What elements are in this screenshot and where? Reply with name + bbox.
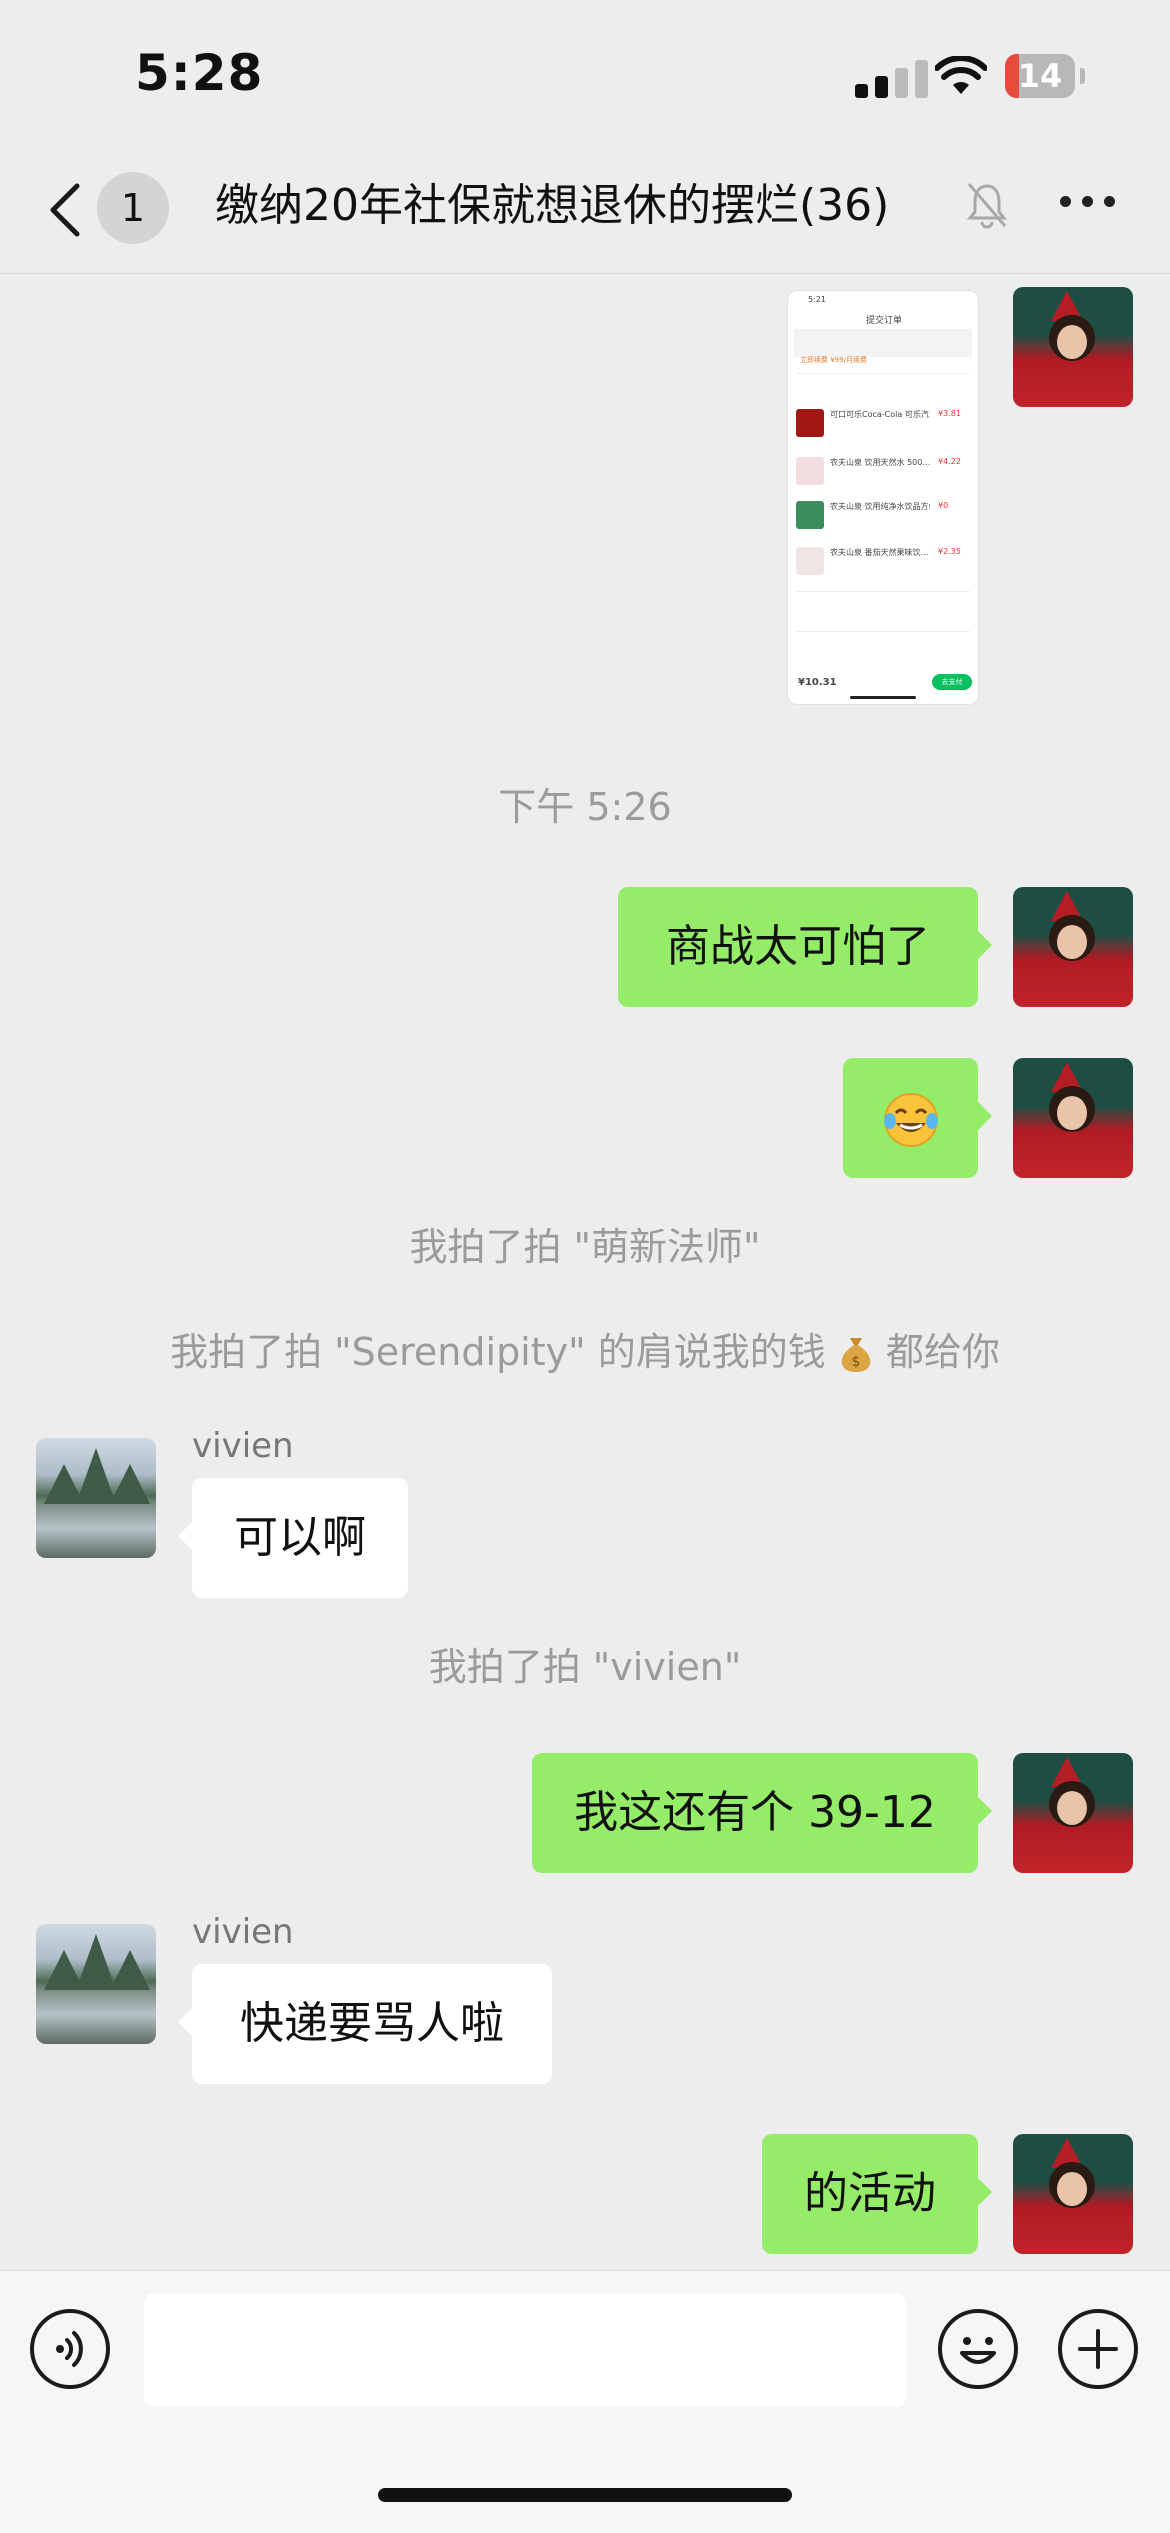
- message-bubble[interactable]: 我这还有个 39-12: [532, 1753, 992, 1873]
- my-avatar[interactable]: [1013, 1753, 1133, 1873]
- svg-text:$: $: [851, 1354, 860, 1370]
- image-header: 提交订单: [866, 316, 903, 326]
- tears-of-joy-emoji-icon: [883, 1093, 938, 1147]
- chat-header: 1 缴纳20年社保就想退休的摆烂(36): [0, 150, 1170, 274]
- message-bubble[interactable]: 可以啊: [178, 1478, 408, 1598]
- battery-icon: 14: [1005, 54, 1075, 98]
- cellular-signal-icon: [855, 58, 928, 98]
- home-indicator: [378, 2488, 792, 2502]
- message-input[interactable]: [144, 2293, 906, 2407]
- pat-notice: 我拍了拍 "Serendipity" 的肩说我的钱 $ 都给你: [170, 1330, 1000, 1374]
- pat-notice: 我拍了拍 "萌新法师": [409, 1225, 761, 1269]
- chat-title: 缴纳20年社保就想退休的摆烂(36): [215, 180, 890, 231]
- status-bar: 5:28 14: [0, 0, 1170, 150]
- message-bubble[interactable]: 的活动: [762, 2134, 992, 2254]
- battery-level: 14: [1017, 57, 1063, 95]
- pat-notice: 我拍了拍 "vivien": [428, 1645, 742, 1689]
- sender-name: vivien: [192, 1426, 294, 1466]
- more-options-button[interactable]: [1060, 196, 1115, 207]
- emoji-button[interactable]: [938, 2309, 1018, 2389]
- wifi-icon: [935, 56, 987, 94]
- vivien-avatar[interactable]: [36, 1438, 156, 1558]
- message-bubble[interactable]: 快递要骂人啦: [178, 1964, 552, 2084]
- image-time: 5:21: [808, 295, 826, 304]
- muted-bell-icon: [966, 183, 1008, 229]
- smiley-icon: [960, 2337, 996, 2364]
- message-bubble[interactable]: 商战太可怕了: [618, 887, 992, 1007]
- back-arrow-icon[interactable]: [45, 180, 85, 240]
- add-more-button[interactable]: [1058, 2309, 1138, 2389]
- my-avatar[interactable]: [1013, 887, 1133, 1007]
- status-time: 5:28: [135, 44, 264, 102]
- emoji-message-bubble[interactable]: [843, 1058, 992, 1178]
- voice-icon: [56, 2331, 83, 2367]
- my-avatar[interactable]: [1013, 287, 1133, 407]
- unread-count-badge[interactable]: 1: [97, 172, 169, 244]
- my-avatar[interactable]: [1013, 2134, 1133, 2254]
- time-divider: 下午 5:26: [498, 785, 672, 829]
- my-avatar[interactable]: [1013, 1058, 1133, 1178]
- vivien-avatar[interactable]: [36, 1924, 156, 2044]
- sender-name: vivien: [192, 1912, 294, 1952]
- money-bag-emoji-icon: $: [841, 1337, 871, 1372]
- voice-input-button[interactable]: [30, 2309, 110, 2389]
- plus-icon: [1078, 2329, 1118, 2369]
- image-message[interactable]: 5:21 提交订单 立即续费 ¥99/月续费 可口可乐Coca-Cola 可乐汽…: [787, 290, 979, 705]
